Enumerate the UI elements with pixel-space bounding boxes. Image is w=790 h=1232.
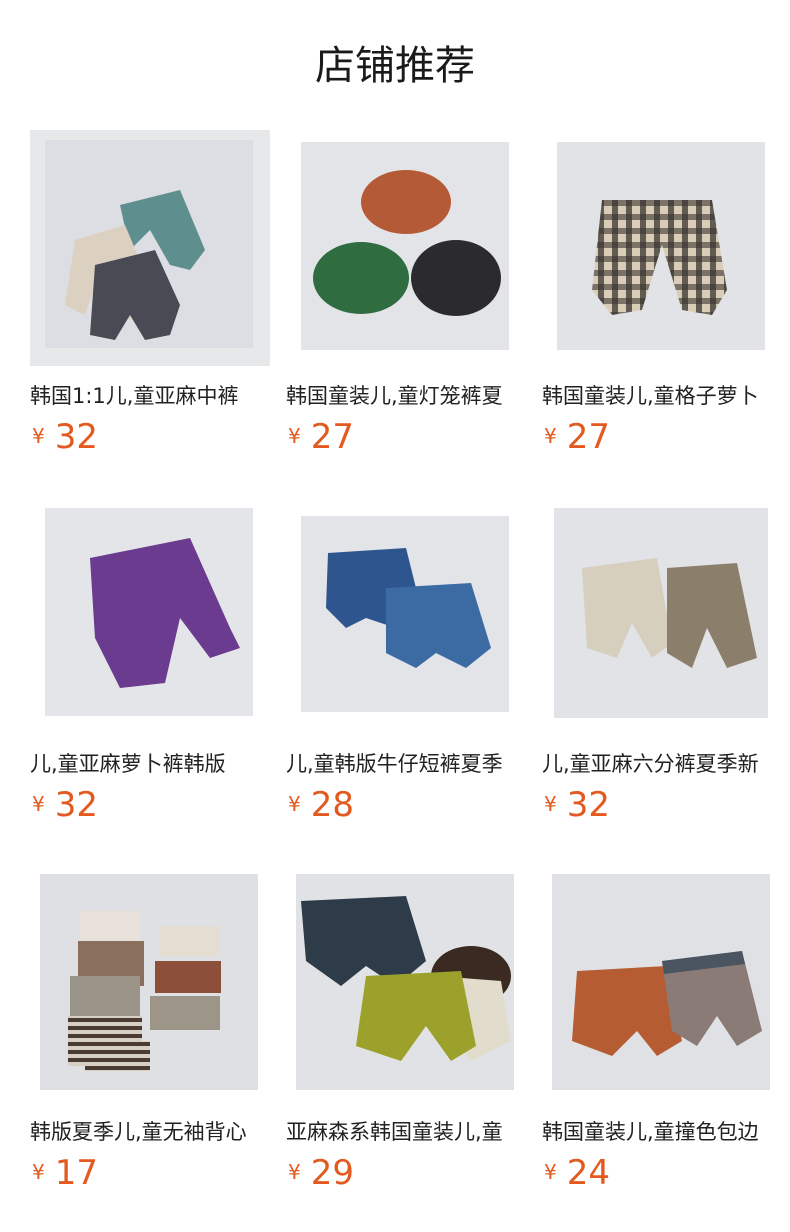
product-price: ¥32 <box>32 416 98 458</box>
price-value: 32 <box>566 785 610 825</box>
product-card-1[interactable]: 韩国1:1儿,童亚麻中裤 ¥32 <box>30 130 270 470</box>
product-name[interactable]: 韩版夏季儿,童无袖背心 <box>30 1116 264 1148</box>
price-value: 29 <box>310 1153 354 1193</box>
currency-symbol: ¥ <box>288 1160 301 1184</box>
product-card-5[interactable]: 儿,童韩版牛仔短裤夏季 ¥28 <box>286 498 526 838</box>
currency-symbol: ¥ <box>544 792 557 816</box>
product-image-5[interactable] <box>286 498 526 734</box>
currency-symbol: ¥ <box>32 1160 45 1184</box>
rust-green-black-bloomers-image <box>286 130 526 366</box>
currency-symbol: ¥ <box>32 424 45 448</box>
product-name[interactable]: 韩国童装儿,童格子萝卜 <box>542 380 776 412</box>
denim-shorts-image <box>286 498 526 734</box>
price-value: 32 <box>54 417 98 457</box>
purple-pants-image <box>30 498 270 734</box>
price-value: 17 <box>54 1153 98 1193</box>
product-price: ¥28 <box>288 784 354 826</box>
product-card-4[interactable]: 儿,童亚麻萝卜裤韩版 ¥32 <box>30 498 270 838</box>
product-image-4[interactable] <box>30 498 270 734</box>
product-price: ¥29 <box>288 1152 354 1194</box>
product-name[interactable]: 韩国童装儿,童撞色包边 <box>542 1116 776 1148</box>
currency-symbol: ¥ <box>544 1160 557 1184</box>
product-card-2[interactable]: 韩国童装儿,童灯笼裤夏 ¥27 <box>286 130 526 470</box>
product-price: ¥32 <box>544 784 610 826</box>
product-card-9[interactable]: 韩国童装儿,童撞色包边 ¥24 <box>542 866 782 1206</box>
price-value: 32 <box>54 785 98 825</box>
product-price: ¥27 <box>288 416 354 458</box>
product-name[interactable]: 韩国童装儿,童灯笼裤夏 <box>286 380 520 412</box>
product-name[interactable]: 亚麻森系韩国童装儿,童 <box>286 1116 520 1148</box>
currency-symbol: ¥ <box>544 424 557 448</box>
price-value: 24 <box>566 1153 610 1193</box>
product-card-8[interactable]: 亚麻森系韩国童装儿,童 ¥29 <box>286 866 526 1206</box>
tank-top-sets-image <box>30 866 270 1102</box>
product-image-7[interactable] <box>30 866 270 1102</box>
lime-navy-linen-shorts-image <box>286 866 526 1102</box>
product-image-6[interactable] <box>542 498 782 734</box>
price-value: 28 <box>310 785 354 825</box>
product-card-6[interactable]: 儿,童亚麻六分裤夏季新 ¥32 <box>542 498 782 838</box>
linen-cropped-pants-image <box>542 498 782 734</box>
plaid-pants-image <box>542 130 782 366</box>
colorblock-shorts-image <box>542 866 782 1102</box>
product-image-1[interactable] <box>30 130 270 366</box>
product-price: ¥27 <box>544 416 610 458</box>
product-card-7[interactable]: 韩版夏季儿,童无袖背心 ¥17 <box>30 866 270 1206</box>
product-image-3[interactable] <box>542 130 782 366</box>
product-image-8[interactable] <box>286 866 526 1102</box>
price-value: 27 <box>310 417 354 457</box>
product-name[interactable]: 韩国1:1儿,童亚麻中裤 <box>30 380 264 412</box>
product-image-2[interactable] <box>286 130 526 366</box>
currency-symbol: ¥ <box>32 792 45 816</box>
product-price: ¥17 <box>32 1152 98 1194</box>
currency-symbol: ¥ <box>288 792 301 816</box>
teal-beige-grey-shorts-image <box>30 130 270 366</box>
product-card-3[interactable]: 韩国童装儿,童格子萝卜 ¥27 <box>542 130 782 470</box>
page-title: 店铺推荐 <box>315 43 475 89</box>
product-name[interactable]: 儿,童韩版牛仔短裤夏季 <box>286 748 520 780</box>
product-price: ¥24 <box>544 1152 610 1194</box>
product-price: ¥32 <box>32 784 98 826</box>
product-name[interactable]: 儿,童亚麻六分裤夏季新 <box>542 748 776 780</box>
currency-symbol: ¥ <box>288 424 301 448</box>
product-image-9[interactable] <box>542 866 782 1102</box>
product-name[interactable]: 儿,童亚麻萝卜裤韩版 <box>30 748 264 780</box>
price-value: 27 <box>566 417 610 457</box>
